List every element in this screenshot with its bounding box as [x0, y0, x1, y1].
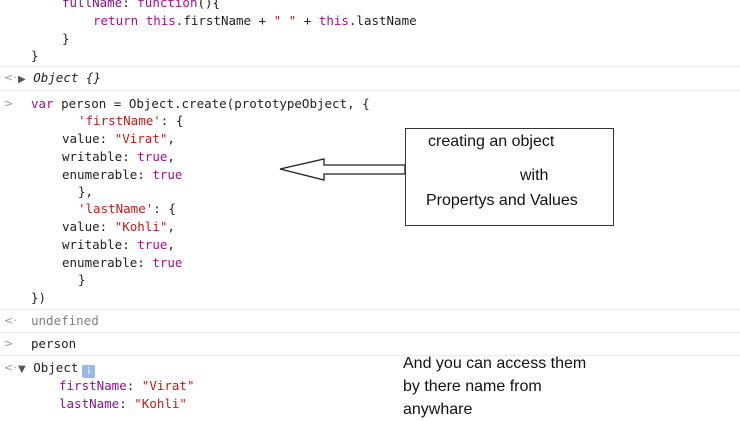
code-token: .firstName +: [175, 13, 274, 28]
code-token: ,: [167, 149, 175, 164]
annotation-note: And you can access them by there name fr…: [403, 352, 663, 421]
result-prompt-icon: <·: [4, 361, 17, 374]
code-token: ,: [167, 131, 175, 146]
annotation-note-line: anywhare: [403, 401, 473, 418]
result-prompt-icon: <·: [4, 71, 17, 84]
code-token: var: [31, 96, 54, 111]
property-value: "Virat": [141, 378, 195, 393]
code-token: " ": [273, 13, 297, 28]
annotation-box-line: with: [520, 167, 549, 184]
code-token: :: [122, 0, 138, 10]
code-line-value-kohli: value: "Kohli",: [62, 218, 175, 235]
annotation-note-line: And you can access them: [403, 355, 587, 372]
code-line-firstname-key: 'firstName': {: [78, 112, 183, 129]
code-token: this: [318, 13, 349, 28]
code-line-enumerable: enumerable: true: [62, 254, 182, 271]
code-line-var-person: var person = Object.create(prototypeObje…: [31, 95, 370, 112]
code-line-enumerable: enumerable: true: [62, 166, 182, 183]
left-arrow-icon: [279, 158, 406, 181]
code-token: .lastName: [348, 13, 417, 28]
property-key: firstName: [59, 378, 127, 393]
input-prompt-icon: >: [4, 337, 14, 350]
code-line-close-brace: },: [78, 184, 94, 199]
code-token: (){: [197, 0, 221, 10]
code-line-close-brace: }: [78, 272, 86, 287]
code-token: :: [126, 378, 142, 393]
code-token: return: [93, 13, 139, 28]
annotation-box-line: creating an object: [428, 133, 555, 150]
code-line-writable: writable: true,: [62, 236, 175, 253]
code-line-value-virat: value: "Virat",: [62, 130, 175, 147]
console-result-object-empty[interactable]: ▶ Object {}: [18, 69, 101, 86]
code-line-close: }: [31, 48, 39, 63]
code-token: true: [152, 167, 183, 182]
code-token: 'lastName': [78, 201, 154, 216]
console-result-undefined: undefined: [31, 313, 99, 328]
code-token: 'firstName': [78, 113, 161, 128]
annotation-note-line: by there name from: [403, 378, 542, 395]
code-line-lastname-key: 'lastName': {: [78, 200, 176, 217]
code-line-writable: writable: true,: [62, 148, 175, 165]
code-token: enumerable:: [62, 167, 153, 182]
code-token: enumerable:: [62, 255, 153, 270]
code-line-close-paren: }): [31, 290, 47, 305]
code-token: "Kohli": [114, 219, 168, 234]
code-line-close: }: [62, 31, 70, 46]
code-token: : {: [153, 201, 176, 216]
console-separator: [0, 66, 740, 67]
code-token: true: [137, 237, 168, 252]
code-line-return: return this.firstName + " " + this.lastN…: [93, 12, 417, 29]
collapse-triangle-icon[interactable]: ▼: [18, 364, 26, 375]
code-token: value:: [62, 131, 115, 146]
console-result-object-expanded[interactable]: ▼ Object i: [18, 359, 96, 378]
code-line-person: person: [31, 336, 77, 351]
code-token: writable:: [62, 237, 138, 252]
result-text: Object: [33, 360, 79, 375]
code-token: "Virat": [114, 131, 168, 146]
property-value: "Kohli": [134, 396, 187, 411]
object-property-firstname: firstName: "Virat": [59, 377, 194, 394]
code-token: person = Object.create(prototypeObject, …: [53, 96, 370, 111]
code-token: : {: [160, 113, 184, 128]
console-separator: [0, 332, 740, 333]
code-token: +: [296, 13, 319, 28]
property-key: lastName: [59, 396, 120, 411]
console-separator: [0, 90, 740, 91]
object-property-lastname: lastName: "Kohli": [59, 395, 187, 412]
code-token: ,: [167, 237, 175, 252]
code-token: writable:: [62, 149, 138, 164]
console-separator: [0, 309, 740, 310]
code-token: function: [137, 0, 198, 10]
result-text: Object {}: [33, 70, 101, 85]
code-token: true: [137, 149, 168, 164]
code-token: value:: [62, 219, 115, 234]
annotation-box-line: Propertys and Values: [426, 192, 578, 209]
input-prompt-icon: >: [4, 97, 14, 110]
expand-triangle-icon[interactable]: ▶: [18, 74, 26, 85]
code-token: fullName: [62, 0, 123, 10]
code-token: ,: [167, 219, 175, 234]
code-token: true: [152, 255, 183, 270]
annotation-box: creating an object with Propertys and Va…: [405, 128, 614, 226]
code-token: this: [145, 13, 176, 28]
code-line-fullname: fullName: function(){: [62, 0, 220, 11]
code-token: :: [119, 396, 135, 411]
result-prompt-icon: <·: [4, 314, 17, 327]
